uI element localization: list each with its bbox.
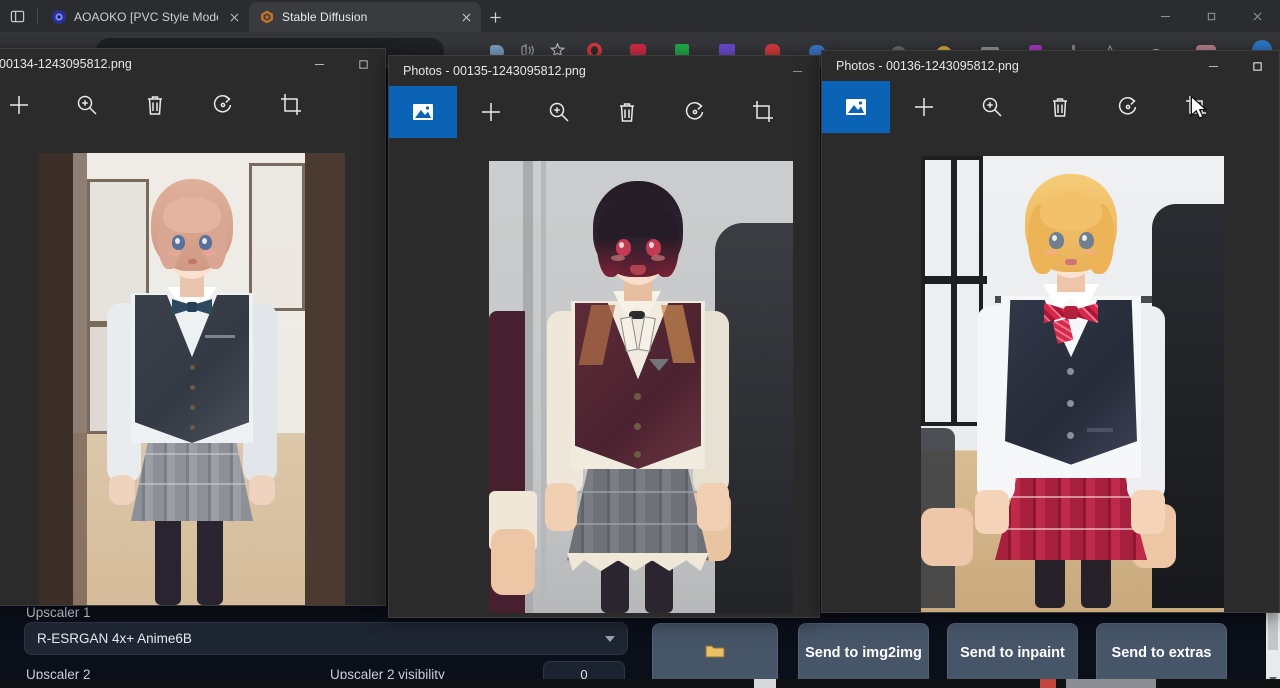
stable-diffusion-logo-icon <box>259 9 275 25</box>
photos-window-1-title: 00134-1243095812.png <box>0 57 132 71</box>
browser-minimize-button[interactable] <box>1142 0 1188 32</box>
browser-tab-0-title: AOAOKO [PVC Style Model] - PV <box>74 10 218 24</box>
photos-window-2[interactable]: Photos - 00135-1243095812.png <box>388 55 820 618</box>
taskbar-show-hidden-icons[interactable] <box>754 679 776 688</box>
add-icon[interactable] <box>457 86 525 138</box>
crop-icon[interactable] <box>257 79 325 131</box>
photos-window-2-canvas <box>389 138 819 617</box>
zoom-in-icon[interactable] <box>53 79 121 131</box>
delete-icon[interactable] <box>1026 81 1094 133</box>
add-icon[interactable] <box>890 81 958 133</box>
taskbar <box>0 679 1280 688</box>
photos-window-2-controls <box>775 56 819 86</box>
zoom-in-icon[interactable] <box>525 86 593 138</box>
browser-tab-1-title: Stable Diffusion <box>282 10 450 24</box>
photos-window-1-maximize-button[interactable] <box>341 49 385 79</box>
browser-window-controls <box>1142 0 1280 32</box>
browser-tab-1-close-icon[interactable] <box>457 8 475 26</box>
browser-maximize-button[interactable] <box>1188 0 1234 32</box>
upscaler-1-label: Upscaler 1 <box>26 605 91 620</box>
gallery-icon[interactable] <box>822 81 890 133</box>
delete-icon[interactable] <box>593 86 661 138</box>
browser-tab-0[interactable]: AOAOKO [PVC Style Model] - PV <box>41 2 249 32</box>
photos-window-2-titlebar: Photos - 00135-1243095812.png <box>389 56 819 86</box>
rotate-icon[interactable] <box>189 79 257 131</box>
photos-window-3-canvas <box>822 133 1279 612</box>
image-00135[interactable] <box>489 161 793 613</box>
photos-window-1-toolbar <box>0 79 385 131</box>
photos-window-3-controls <box>1191 51 1279 81</box>
civitai-logo-icon <box>51 9 67 25</box>
image-00134[interactable] <box>39 153 345 605</box>
photos-window-1-controls <box>297 49 385 79</box>
upscaler-1-dropdown[interactable]: R-ESRGAN 4x+ Anime6B <box>24 622 628 655</box>
photos-window-2-title: Photos - 00135-1243095812.png <box>403 64 586 78</box>
upscaler-1-value: R-ESRGAN 4x+ Anime6B <box>37 631 192 646</box>
mouse-cursor-icon <box>1187 95 1213 126</box>
page-scrollbar[interactable] <box>1266 600 1280 688</box>
crop-icon[interactable] <box>1162 81 1230 133</box>
photos-window-1-minimize-button[interactable] <box>297 49 341 79</box>
delete-icon[interactable] <box>121 79 189 131</box>
open-folder-button[interactable] <box>652 623 778 685</box>
screen: AOAOKO [PVC Style Model] - PV Stable Dif… <box>0 0 1280 688</box>
rotate-icon[interactable] <box>1094 81 1162 133</box>
photos-window-3-titlebar: Photos - 00136-1243095812.png <box>822 51 1279 81</box>
rotate-icon[interactable] <box>661 86 729 138</box>
send-to-img2img-button[interactable]: Send to img2img <box>798 623 929 685</box>
browser-close-button[interactable] <box>1234 0 1280 32</box>
photos-window-3[interactable]: Photos - 00136-1243095812.png <box>821 50 1280 613</box>
photos-window-1-titlebar: 00134-1243095812.png <box>0 49 385 79</box>
send-to-inpaint-button[interactable]: Send to inpaint <box>947 623 1078 685</box>
photos-window-3-maximize-button[interactable] <box>1235 51 1279 81</box>
new-tab-button[interactable] <box>481 3 509 31</box>
photos-window-3-minimize-button[interactable] <box>1191 51 1235 81</box>
photos-window-1-canvas <box>0 131 385 605</box>
folder-icon <box>705 643 725 665</box>
photos-window-2-toolbar <box>389 86 819 138</box>
photos-window-3-title: Photos - 00136-1243095812.png <box>836 59 1019 73</box>
browser-tab-0-close-icon[interactable] <box>225 8 243 26</box>
taskbar-icon-1[interactable] <box>1040 679 1056 688</box>
image-00136[interactable] <box>921 156 1224 612</box>
photos-window-2-minimize-button[interactable] <box>775 56 819 86</box>
tab-strip-divider <box>37 7 38 25</box>
send-to-extras-button[interactable]: Send to extras <box>1096 623 1227 685</box>
tab-search-icon[interactable] <box>0 0 34 32</box>
zoom-in-icon[interactable] <box>958 81 1026 133</box>
browser-tab-1[interactable]: Stable Diffusion <box>249 2 481 32</box>
photos-window-3-toolbar <box>822 81 1279 133</box>
taskbar-icon-group[interactable] <box>1066 679 1156 688</box>
add-icon[interactable] <box>0 79 53 131</box>
photos-window-1[interactable]: 00134-1243095812.png <box>0 48 386 606</box>
crop-icon[interactable] <box>729 86 797 138</box>
gallery-icon[interactable] <box>389 86 457 138</box>
chevron-down-icon <box>605 636 615 642</box>
browser-tab-strip: AOAOKO [PVC Style Model] - PV Stable Dif… <box>0 0 1280 32</box>
